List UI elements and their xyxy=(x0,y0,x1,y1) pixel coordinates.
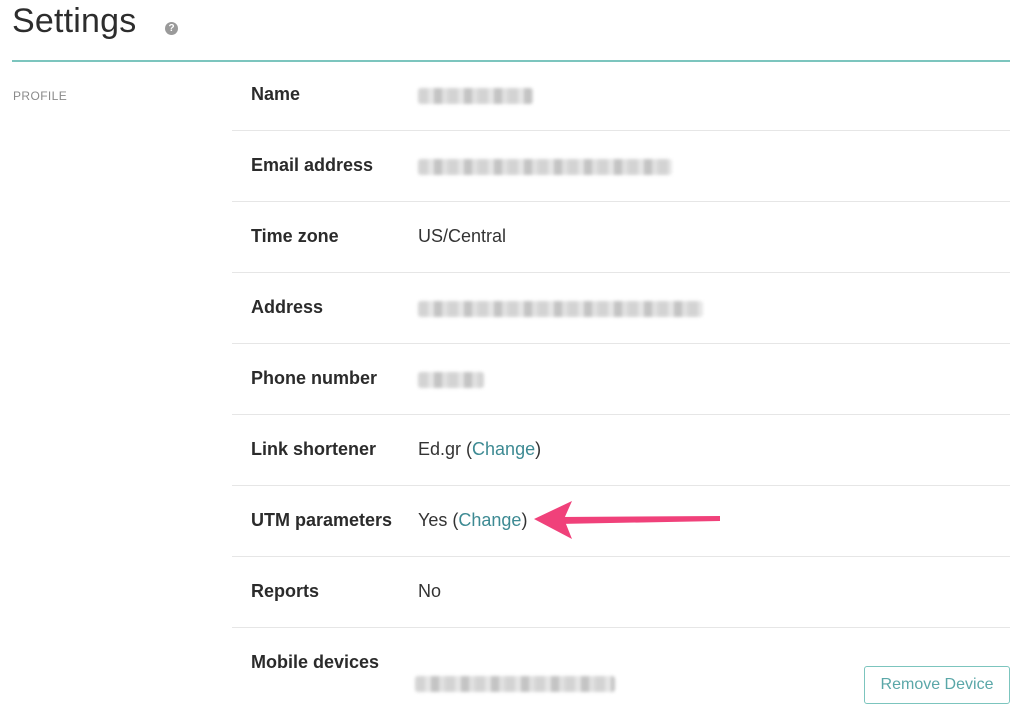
redacted-value xyxy=(418,159,672,175)
row-label: Mobile devices xyxy=(251,652,380,672)
settings-row-link-shortener: Link shortener Ed.gr (Change) xyxy=(232,415,1010,486)
settings-row-timezone: Time zone US/Central xyxy=(232,202,1010,273)
row-label: Name xyxy=(251,84,301,104)
row-label: Address xyxy=(251,297,324,317)
section-label-profile: PROFILE xyxy=(13,89,68,103)
utm-current: Yes xyxy=(418,510,448,530)
settings-row-mobile-devices: Mobile devices Remove Device xyxy=(232,628,1010,728)
settings-row-phone: Phone number xyxy=(232,344,1010,415)
redacted-value xyxy=(418,372,484,388)
settings-list: Name Email address Time zone US/Central … xyxy=(232,60,1010,728)
settings-row-name: Name xyxy=(232,60,1010,131)
settings-row-address: Address xyxy=(232,273,1010,344)
link-shortener-value: Ed.gr (Change) xyxy=(418,439,542,459)
settings-row-email: Email address xyxy=(232,131,1010,202)
help-icon[interactable]: ? xyxy=(165,22,178,35)
page-header: Settings ? xyxy=(12,0,1010,62)
redacted-value xyxy=(418,88,533,104)
row-label: Phone number xyxy=(251,368,378,388)
row-label: Time zone xyxy=(251,226,339,246)
change-link-shortener-link[interactable]: Change xyxy=(472,439,535,459)
row-label: UTM parameters xyxy=(251,510,393,530)
redacted-value xyxy=(418,301,703,317)
remove-device-button[interactable]: Remove Device xyxy=(864,666,1010,704)
arrow-shaft xyxy=(558,516,720,524)
settings-row-reports: Reports No xyxy=(232,557,1010,628)
row-label: Reports xyxy=(251,581,320,601)
change-utm-link[interactable]: Change xyxy=(458,510,521,530)
annotation-arrow-icon xyxy=(534,501,720,539)
page-title: Settings xyxy=(12,2,137,40)
link-shortener-current: Ed.gr xyxy=(418,439,462,459)
timezone-value: US/Central xyxy=(418,226,507,246)
row-label: Email address xyxy=(251,155,374,175)
redacted-device-name xyxy=(415,676,615,692)
reports-value: No xyxy=(418,581,442,601)
utm-value: Yes (Change) xyxy=(418,510,528,530)
row-label: Link shortener xyxy=(251,439,377,459)
